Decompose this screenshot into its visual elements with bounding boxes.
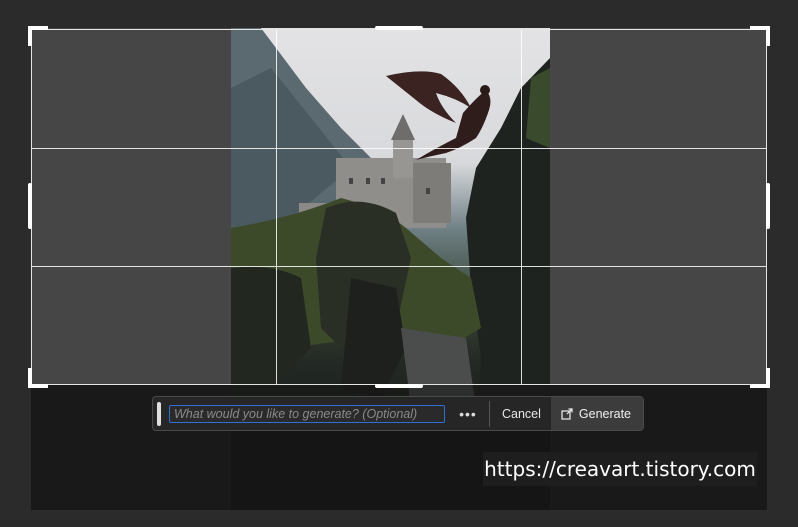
crop-handle-top[interactable] [375, 26, 423, 30]
generate-button[interactable]: Generate [550, 397, 644, 430]
crop-handle-left[interactable] [28, 183, 32, 229]
more-options-button[interactable]: ••• [453, 406, 483, 422]
crop-grid-line [276, 30, 277, 384]
crop-handle-top-left[interactable] [28, 26, 48, 46]
crop-grid-line [521, 30, 522, 384]
toolbar-drag-handle[interactable] [157, 401, 161, 426]
crop-grid-line [32, 266, 766, 267]
generate-label: Generate [578, 406, 632, 421]
crop-handle-right[interactable] [766, 183, 770, 229]
watermark-text: https://creavart.tistory.com [483, 452, 757, 486]
crop-handle-top-right[interactable] [750, 26, 770, 46]
toolbar-divider [488, 400, 490, 427]
crop-handle-bottom-left[interactable] [28, 368, 48, 388]
generative-prompt-bar: ••• Cancel Generate [152, 396, 644, 431]
crop-grid-line [32, 148, 766, 149]
crop-handle-bottom-right[interactable] [750, 368, 770, 388]
prompt-input[interactable] [169, 404, 445, 423]
crop-handle-bottom[interactable] [375, 384, 423, 388]
crop-frame[interactable] [31, 29, 767, 385]
cancel-button[interactable]: Cancel [496, 407, 547, 421]
generate-icon [561, 407, 573, 420]
